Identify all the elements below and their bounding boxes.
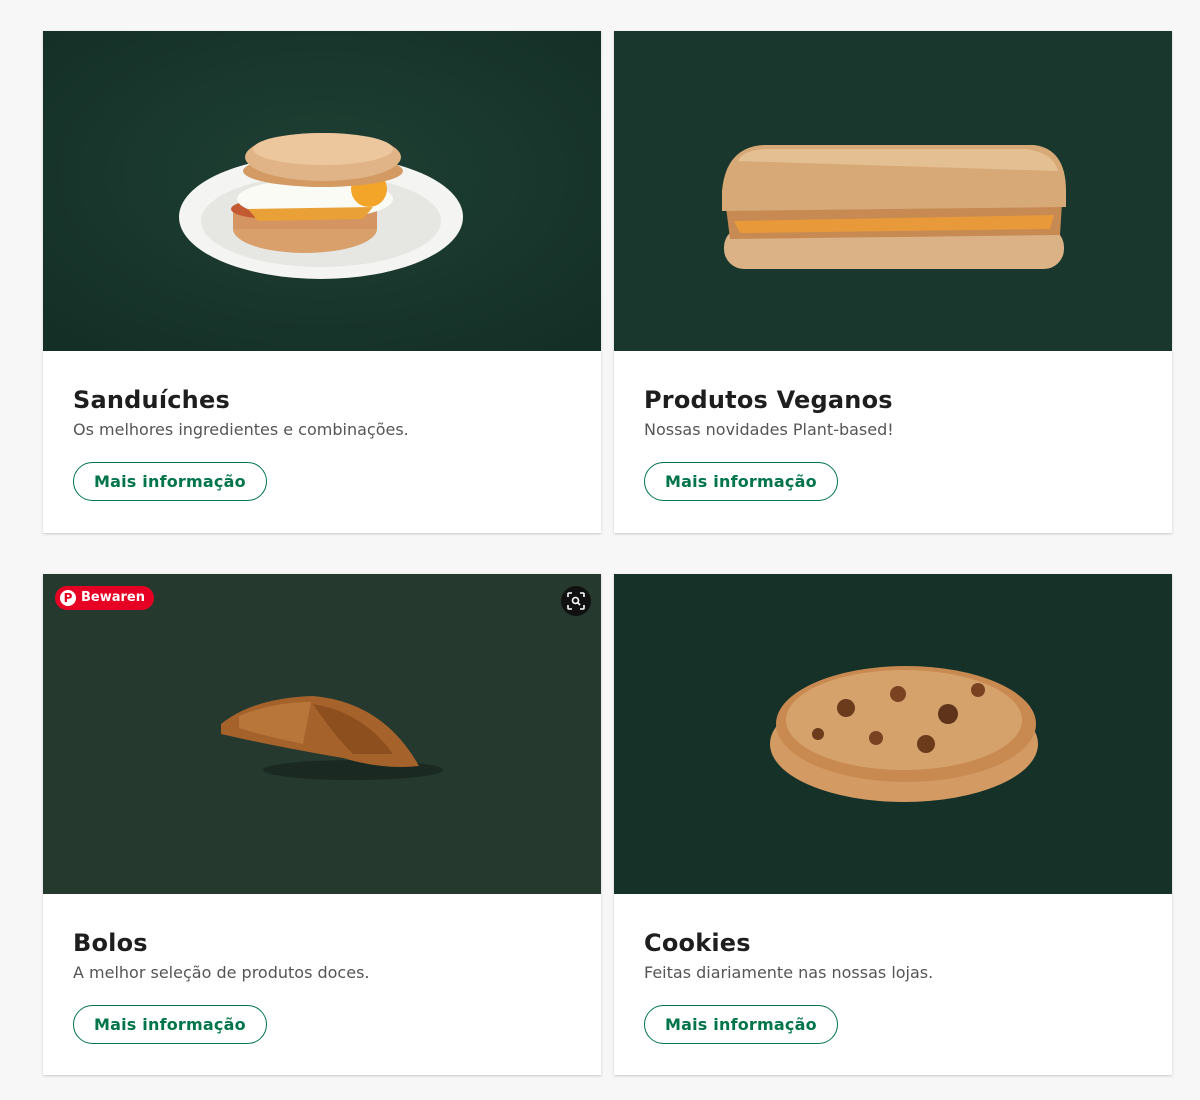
- more-info-button[interactable]: Mais informação: [73, 462, 267, 501]
- card-title: Sanduíches: [73, 386, 230, 414]
- more-info-button[interactable]: Mais informação: [644, 1005, 838, 1044]
- cookie-image: [614, 574, 1172, 894]
- visual-search-icon: [567, 592, 585, 610]
- product-category-grid: Sanduíches Os melhores ingredientes e co…: [0, 0, 1200, 1100]
- card-subtitle: A melhor seleção de produtos doces.: [73, 963, 370, 982]
- sandwich-on-plate-image: [43, 31, 601, 351]
- more-info-button[interactable]: Mais informação: [73, 1005, 267, 1044]
- pinterest-icon: P: [60, 590, 76, 606]
- croissant-image: P Bewaren: [43, 574, 601, 894]
- category-card-cookies: Cookies Feitas diariamente nas nossas lo…: [614, 574, 1172, 1075]
- visual-search-button[interactable]: [561, 586, 591, 616]
- card-subtitle: Feitas diariamente nas nossas lojas.: [644, 963, 934, 982]
- more-info-button[interactable]: Mais informação: [644, 462, 838, 501]
- card-title: Produtos Veganos: [644, 386, 893, 414]
- pinterest-save-label: Bewaren: [81, 590, 145, 605]
- pinterest-save-button[interactable]: P Bewaren: [55, 586, 154, 610]
- category-card-vegan-products: Produtos Veganos Nossas novidades Plant-…: [614, 31, 1172, 533]
- card-subtitle: Os melhores ingredientes e combinações.: [73, 420, 409, 439]
- card-subtitle: Nossas novidades Plant-based!: [644, 420, 894, 439]
- category-card-cakes: P Bewaren Bolos A melhor seleção de prod…: [43, 574, 601, 1075]
- card-title: Cookies: [644, 929, 751, 957]
- vegan-panini-image: [614, 31, 1172, 351]
- card-title: Bolos: [73, 929, 148, 957]
- category-card-sandwiches: Sanduíches Os melhores ingredientes e co…: [43, 31, 601, 533]
